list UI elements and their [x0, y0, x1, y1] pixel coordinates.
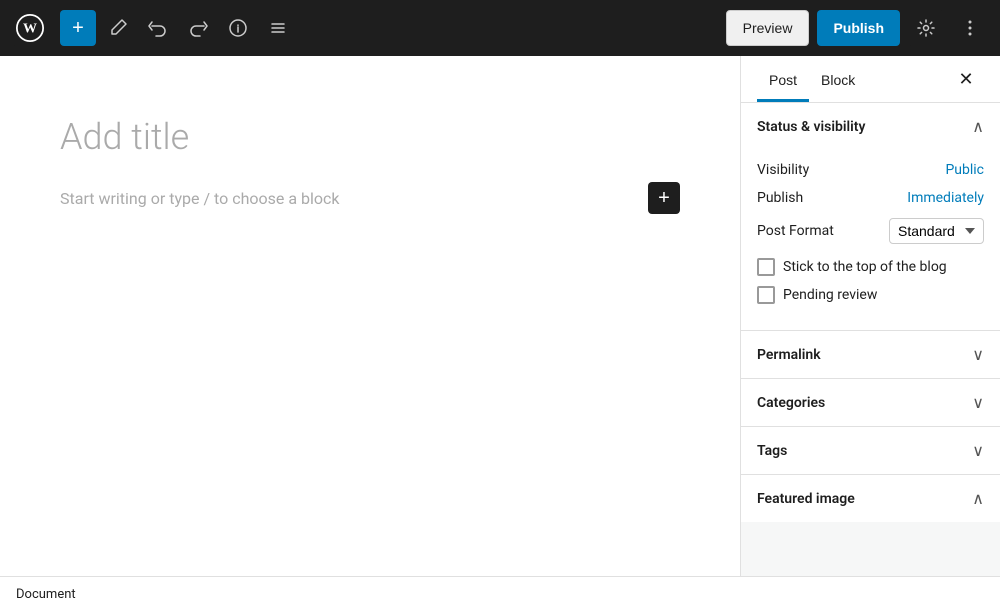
post-format-select[interactable]: Standard Aside Chat Gallery Link Image Q… — [889, 218, 984, 244]
status-visibility-header[interactable]: Status & visibility ∧ — [741, 103, 1000, 150]
editor-body: Start writing or type / to choose a bloc… — [60, 182, 680, 214]
tags-title: Tags — [757, 443, 787, 459]
permalink-header[interactable]: Permalink ∨ — [741, 331, 1000, 378]
permalink-title: Permalink — [757, 347, 821, 363]
post-format-label: Post Format — [757, 223, 834, 239]
tags-header[interactable]: Tags ∨ — [741, 427, 1000, 474]
publish-value[interactable]: Immediately — [907, 190, 984, 206]
permalink-section: Permalink ∨ — [741, 331, 1000, 379]
stick-to-top-checkbox[interactable] — [757, 258, 775, 276]
stick-to-top-row: Stick to the top of the blog — [757, 258, 984, 276]
sidebar-tabs: Post Block ✕ — [741, 56, 1000, 103]
toolbar-right: Preview Publish — [726, 10, 988, 46]
pending-review-checkbox[interactable] — [757, 286, 775, 304]
settings-button[interactable] — [908, 10, 944, 46]
editor-inner: Add title Start writing or type / to cho… — [60, 116, 680, 214]
visibility-row: Visibility Public — [757, 162, 984, 178]
publish-button[interactable]: Publish — [817, 10, 900, 46]
svg-text:W: W — [23, 21, 37, 36]
wordpress-logo[interactable]: W — [12, 10, 48, 46]
bottom-bar: Document — [0, 576, 1000, 612]
pending-review-row: Pending review — [757, 286, 984, 304]
categories-section: Categories ∨ — [741, 379, 1000, 427]
stick-to-top-label: Stick to the top of the blog — [783, 259, 947, 275]
more-options-button[interactable] — [952, 10, 988, 46]
status-visibility-chevron: ∧ — [972, 117, 984, 136]
pending-review-label: Pending review — [783, 287, 877, 303]
categories-chevron: ∨ — [972, 393, 984, 412]
editor-area: Add title Start writing or type / to cho… — [0, 56, 740, 576]
title-field[interactable]: Add title — [60, 116, 680, 158]
post-format-row: Post Format Standard Aside Chat Gallery … — [757, 218, 984, 244]
tab-block[interactable]: Block — [809, 56, 867, 102]
add-block-button[interactable]: + — [60, 10, 96, 46]
visibility-value[interactable]: Public — [945, 162, 984, 178]
publish-row: Publish Immediately — [757, 190, 984, 206]
add-block-inline-button[interactable]: + — [648, 182, 680, 214]
featured-image-header[interactable]: Featured image ∧ — [741, 475, 1000, 522]
publish-label: Publish — [757, 190, 803, 206]
redo-button[interactable] — [180, 10, 216, 46]
list-view-button[interactable] — [260, 10, 296, 46]
status-section-body: Visibility Public Publish Immediately Po… — [741, 150, 1000, 330]
sidebar: Post Block ✕ Status & visibility ∧ Visib… — [740, 56, 1000, 576]
toolbar: W + Preview Publish — [0, 0, 1000, 56]
featured-image-title: Featured image — [757, 491, 855, 507]
preview-button[interactable]: Preview — [726, 10, 810, 46]
undo-button[interactable] — [140, 10, 176, 46]
editor-placeholder: Start writing or type / to choose a bloc… — [60, 189, 340, 208]
tab-post[interactable]: Post — [757, 56, 809, 102]
permalink-chevron: ∨ — [972, 345, 984, 364]
main-area: Add title Start writing or type / to cho… — [0, 56, 1000, 576]
edit-button[interactable] — [100, 10, 136, 46]
categories-title: Categories — [757, 395, 825, 411]
featured-image-body — [741, 522, 1000, 576]
featured-image-chevron: ∧ — [972, 489, 984, 508]
categories-header[interactable]: Categories ∨ — [741, 379, 1000, 426]
tags-section: Tags ∨ — [741, 427, 1000, 475]
tags-chevron: ∨ — [972, 441, 984, 460]
status-visibility-section: Status & visibility ∧ Visibility Public … — [741, 103, 1000, 331]
sidebar-close-button[interactable]: ✕ — [948, 56, 984, 102]
visibility-label: Visibility — [757, 162, 809, 178]
document-label: Document — [16, 587, 76, 602]
status-visibility-title: Status & visibility — [757, 119, 865, 135]
info-button[interactable] — [220, 10, 256, 46]
featured-image-section: Featured image ∧ — [741, 475, 1000, 576]
